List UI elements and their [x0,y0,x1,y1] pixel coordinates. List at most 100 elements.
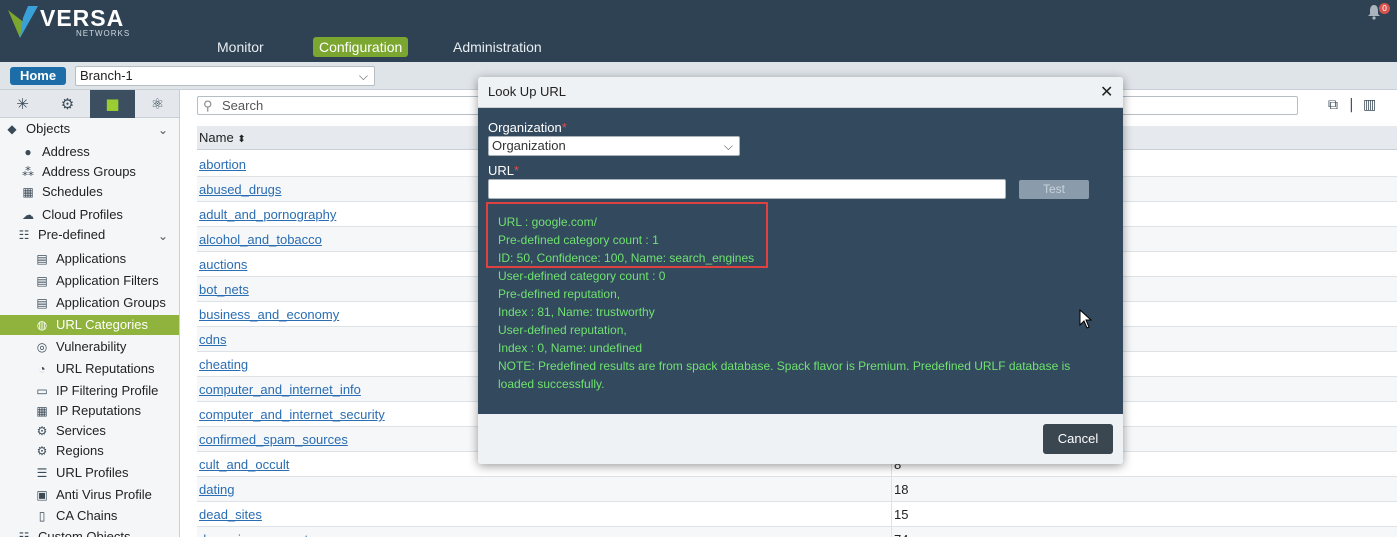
columns-icon[interactable]: ▥ [1363,97,1376,113]
sidebar-item-pre-defined[interactable]: ☷ Pre-defined [16,225,179,245]
category-name-link[interactable]: business_and_economy [199,302,339,327]
shield-monitor-icon: ▣ [36,488,48,502]
mouse-cursor-icon [1079,309,1093,329]
sidebar-item-cloud-profiles[interactable]: ☁ Cloud Profiles [20,205,179,225]
category-name-link[interactable]: confirmed_spam_sources [199,427,348,452]
result-line: NOTE: Predefined results are from spack … [498,359,1071,373]
tab-settings[interactable]: ⚙ [45,90,90,118]
sidebar-item-schedules[interactable]: ▦ Schedules [20,182,179,202]
sidebar-item-url-reputations[interactable]: ◔ URL Reputations [34,359,179,379]
result-line: Pre-defined category count : 1 [498,233,659,247]
close-icon[interactable]: ✕ [1100,82,1113,101]
sidebar-item-ip-reputations[interactable]: ▦ IP Reputations [34,401,179,421]
category-value: 15 [891,502,908,527]
sidebar-item-application-filters[interactable]: ▤ Application Filters [34,271,179,291]
category-name-link[interactable]: dating [199,477,234,502]
export-icon[interactable]: ⧉ [1328,97,1338,113]
sidebar-item-custom-objects[interactable]: ☷ Custom Objects [16,527,179,537]
sidebar-item-objects[interactable]: ◆ Objects [4,119,179,139]
top-header: VERSA NETWORKS Monitor Configuration Adm… [0,0,1397,62]
sidebar-item-services[interactable]: ⚙ Services [34,421,179,441]
nav-configuration[interactable]: Configuration [313,37,409,57]
services-icon: ⚛ [150,95,165,113]
chevron-up-icon[interactable]: ⌄ [158,123,168,137]
table-row: dating 18 [197,477,1397,502]
sidebar-item-address-groups[interactable]: ⁂ Address Groups [20,162,179,182]
tab-services[interactable]: ⚛ [135,90,179,118]
url-label: URL* [488,163,520,178]
category-name-link[interactable]: alcohol_and_tobacco [199,227,322,252]
category-name-link[interactable]: cult_and_occult [199,452,289,477]
location-pin-icon: ● [24,145,32,159]
category-name-link[interactable]: cheating [199,352,248,377]
vulnerability-icon: ◎ [36,340,48,354]
chevron-down-icon[interactable]: ⌄ [158,229,168,243]
sort-icon[interactable]: ⬍ [237,134,245,145]
sidebar-item-regions[interactable]: ⚙ Regions [34,441,179,461]
sidebar-item-application-groups[interactable]: ▤ Application Groups [34,293,179,313]
category-name-link[interactable]: abortion [199,152,246,177]
sidebar: ✳ ⚙ ■ ⚛ ◆ Objects ⌄ ● Address ⁂ Address Gro… [0,90,180,537]
chevron-down-icon: ⌵ [723,139,733,153]
network-icon: ✳ [16,95,29,113]
result-line: Index : 0, Name: undefined [498,341,643,355]
result-line: Index : 81, Name: trustworthy [498,305,655,319]
monitor-icon: ▭ [36,384,48,398]
sidebar-item-vulnerability[interactable]: ◎ Vulnerability [34,337,179,357]
category-name-link[interactable]: dead_sites [199,502,262,527]
sidebar-item-url-categories[interactable]: ◍ URL Categories [0,315,179,335]
dialog-header: Look Up URL ✕ [478,77,1123,108]
category-name-link[interactable]: computer_and_internet_security [199,402,385,427]
category-name-link[interactable]: cdns [199,327,226,352]
document-icon: ▤ [36,274,48,288]
nav-monitor[interactable]: Monitor [211,37,270,57]
notification-badge: 0 [1379,3,1390,14]
organization-select[interactable]: Organization ⌵ [488,136,740,156]
sidebar-item-applications[interactable]: ▤ Applications [34,249,179,269]
sidebar-item-ca-chains[interactable]: ▯ CA Chains [34,506,179,526]
certificate-icon: ▯ [38,509,46,523]
document-icon: ▤ [36,296,48,310]
sidebar-item-ip-filtering-profile[interactable]: ▭ IP Filtering Profile [34,381,179,401]
category-name-link[interactable]: abused_drugs [199,177,281,202]
appliance-select[interactable]: Branch-1 ⌵ [75,66,375,86]
tab-networking[interactable]: ✳ [0,90,45,118]
calendar-icon: ▦ [22,185,34,199]
cancel-button[interactable]: Cancel [1043,424,1113,454]
gear-icon: ⚙ [36,444,48,458]
sidebar-item-url-profiles[interactable]: ☰ URL Profiles [34,463,179,483]
gear-icon: ⚙ [60,95,75,113]
reputation-icon: ◔ [38,362,46,376]
brand-sub: NETWORKS [76,29,131,38]
gear-icon: ⚙ [36,424,48,438]
divider: | [1349,97,1354,113]
sidebar-item-address[interactable]: ● Address [20,142,179,162]
nav-administration[interactable]: Administration [447,37,548,57]
dialog-body: Organization* Organization ⌵ URL* Test U… [478,108,1123,414]
sidebar-tabs: ✳ ⚙ ■ ⚛ [0,90,179,118]
home-button[interactable]: Home [10,67,66,85]
cube-icon: ◆ [7,122,17,136]
organization-label: Organization* [488,120,567,135]
column-name-header[interactable]: Name [199,130,234,145]
category-name-link[interactable]: dynamic_comment [199,527,308,537]
sidebar-item-anti-virus-profile[interactable]: ▣ Anti Virus Profile [34,485,179,505]
category-name-link[interactable]: computer_and_internet_info [199,377,361,402]
category-name-link[interactable]: adult_and_pornography [199,202,336,227]
test-button[interactable]: Test [1019,180,1089,199]
brand-name: VERSA [40,5,125,31]
tab-objects[interactable]: ■ [90,90,135,118]
category-value: 18 [891,477,908,502]
url-input[interactable] [488,179,1006,199]
cloud-icon: ☁ [22,208,34,222]
group-icon: ⁂ [22,165,34,179]
list-icon: ☰ [36,466,48,480]
appliance-select-value: Branch-1 [80,68,133,83]
result-line: URL : google.com/ [498,215,597,229]
category-name-link[interactable]: auctions [199,252,247,277]
cube-icon: ■ [105,95,120,113]
category-name-link[interactable]: bot_nets [199,277,249,302]
table-row: dynamic_comment 74 [197,527,1397,537]
document-icon: ▤ [36,252,48,266]
result-line: User-defined reputation, [498,323,627,337]
